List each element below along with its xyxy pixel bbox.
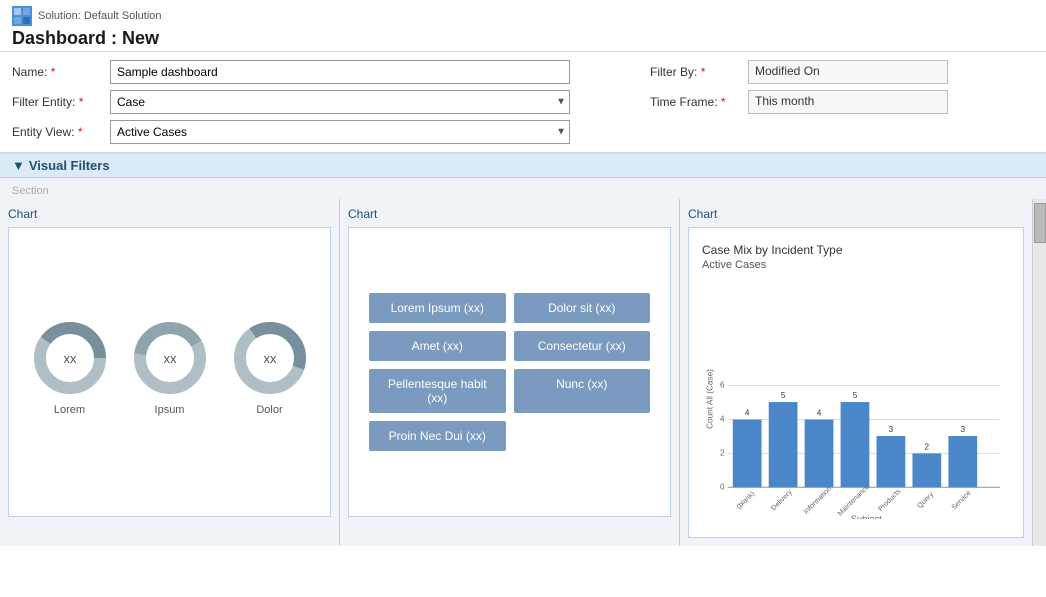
svg-text:Information: Information <box>802 485 833 516</box>
bar-chart-svg: Count All (Case) 0 2 4 6 <box>702 279 1010 519</box>
bubble-item-3: Amet (xx) <box>369 331 506 361</box>
bar-delivery <box>769 402 798 487</box>
solution-icon <box>12 6 32 26</box>
svg-text:0: 0 <box>720 482 725 491</box>
svg-text:4: 4 <box>817 408 822 417</box>
donut-label-3: Dolor <box>256 404 282 416</box>
donut-svg-1: xx <box>30 318 110 398</box>
svg-text:3: 3 <box>889 425 894 434</box>
bar-chart-subtitle: Active Cases <box>702 259 1010 271</box>
svg-text:Query: Query <box>916 490 936 510</box>
svg-text:6: 6 <box>720 381 725 390</box>
donut-label-2: Ipsum <box>155 404 185 416</box>
svg-text:Maintenance: Maintenance <box>836 483 871 518</box>
name-row: Name: * <box>12 60 570 84</box>
name-label: Name: * <box>12 65 102 79</box>
chart-panel-3: Chart Case Mix by Incident Type Active C… <box>680 199 1032 546</box>
scrollbar-thumb[interactable] <box>1034 203 1046 243</box>
svg-text:4: 4 <box>720 415 725 424</box>
form-section: Name: * Filter Entity: * Case ▼ Entity V… <box>0 52 1046 152</box>
chart-panel-2: Chart Lorem Ipsum (xx) Dolor sit (xx) Am… <box>340 199 680 546</box>
scrollbar[interactable] <box>1032 199 1046 546</box>
svg-text:2: 2 <box>925 442 930 451</box>
filter-by-row: Filter By: * Modified On <box>650 60 1034 84</box>
svg-text:4: 4 <box>745 408 750 417</box>
bubble-item-2: Dolor sit (xx) <box>514 293 651 323</box>
bar-service <box>948 436 977 487</box>
donut-item-2: xx Ipsum <box>130 318 210 416</box>
donut-row: xx Lorem xx Ipsum <box>30 318 310 416</box>
donut-item-3: xx Dolor <box>230 318 310 416</box>
solution-label: Solution: Default Solution <box>12 6 1034 26</box>
filter-entity-select-wrap: Case ▼ <box>110 90 570 114</box>
section-label: Section <box>12 185 49 197</box>
donut-item-1: xx Lorem <box>30 318 110 416</box>
bar-products <box>877 436 906 487</box>
bubble-grid: Lorem Ipsum (xx) Dolor sit (xx) Amet (xx… <box>359 283 660 461</box>
filter-by-label: Filter By: * <box>650 65 740 79</box>
filter-entity-label: Filter Entity: * <box>12 95 102 109</box>
svg-text:xx: xx <box>263 351 277 366</box>
svg-text:5: 5 <box>853 391 858 400</box>
svg-text:Service: Service <box>950 489 973 512</box>
filter-by-value: Modified On <box>748 60 948 84</box>
svg-text:Subject: Subject <box>851 514 882 519</box>
svg-text:Products: Products <box>877 487 903 513</box>
time-frame-row: Time Frame: * This month <box>650 90 1034 114</box>
chart-panel-1: Chart xx Lorem <box>0 199 340 546</box>
filter-entity-row: Filter Entity: * Case ▼ <box>12 90 570 114</box>
svg-text:Count All (Case): Count All (Case) <box>705 369 714 429</box>
svg-text:5: 5 <box>781 391 786 400</box>
entity-view-label: Entity View: * <box>12 125 102 139</box>
chart-3-inner: Case Mix by Incident Type Active Cases C… <box>688 227 1024 538</box>
bar-maintenance <box>841 402 870 487</box>
time-frame-label: Time Frame: * <box>650 95 740 109</box>
bar-blank <box>733 420 762 488</box>
bubble-item-7: Proin Nec Dui (xx) <box>369 421 506 451</box>
visual-filters-header: ▼ Visual Filters <box>0 154 1046 178</box>
bubble-item-6: Nunc (xx) <box>514 369 651 413</box>
bubble-item-4: Consectetur (xx) <box>514 331 651 361</box>
svg-text:3: 3 <box>960 425 965 434</box>
donut-label-1: Lorem <box>54 404 85 416</box>
entity-view-select-wrap: Active Cases ▼ <box>110 120 570 144</box>
chart-1-inner: xx Lorem xx Ipsum <box>8 227 331 517</box>
entity-view-select[interactable]: Active Cases <box>110 120 570 144</box>
page-title: Dashboard : New <box>12 28 1034 49</box>
filter-entity-select[interactable]: Case <box>110 90 570 114</box>
bar-chart-title: Case Mix by Incident Type <box>702 243 1010 257</box>
chart-3-title: Chart <box>688 207 1024 221</box>
svg-text:Delivery: Delivery <box>770 488 794 512</box>
svg-text:xx: xx <box>163 351 177 366</box>
svg-text:xx: xx <box>63 351 77 366</box>
time-frame-value: This month <box>748 90 948 114</box>
chart-2-title: Chart <box>348 207 671 221</box>
entity-view-row: Entity View: * Active Cases ▼ <box>12 120 570 144</box>
bubble-item-5: Pellentesque habit (xx) <box>369 369 506 413</box>
charts-outer: Chart xx Lorem <box>0 199 1046 546</box>
svg-text:(blank): (blank) <box>735 490 756 511</box>
name-input[interactable] <box>110 60 570 84</box>
bar-query <box>912 453 941 487</box>
donut-svg-2: xx <box>130 318 210 398</box>
chart-2-inner: Lorem Ipsum (xx) Dolor sit (xx) Amet (xx… <box>348 227 671 517</box>
bubble-item-1: Lorem Ipsum (xx) <box>369 293 506 323</box>
visual-filters-section: ▼ Visual Filters Section Chart xx <box>0 152 1046 546</box>
charts-main: Chart xx Lorem <box>0 199 1032 546</box>
svg-text:2: 2 <box>720 448 725 457</box>
bar-information <box>805 420 834 488</box>
visual-filters-arrow-icon: ▼ <box>12 158 25 173</box>
chart-1-title: Chart <box>8 207 331 221</box>
bar-chart-area: Case Mix by Incident Type Active Cases C… <box>697 238 1015 527</box>
donut-svg-3: xx <box>230 318 310 398</box>
